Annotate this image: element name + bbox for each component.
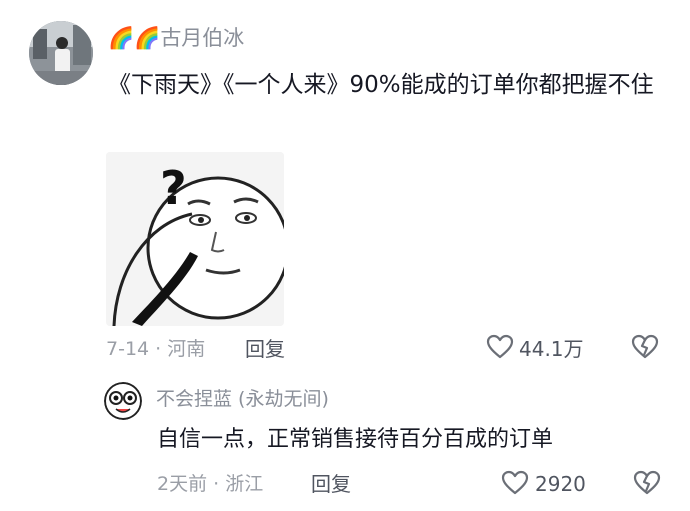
dislike-broken-heart-icon[interactable]	[633, 469, 661, 497]
question-mark-glyph: ?	[160, 161, 187, 215]
replier-username[interactable]: 不会捏蓝 (永劫无间)	[156, 387, 329, 411]
commenter-username[interactable]: 古月伯冰	[160, 26, 244, 50]
thinking-face-meme: ?	[106, 152, 284, 326]
comment-text: 《下雨天》《一个人来》90%能成的订单你都把握不住	[108, 72, 654, 98]
like-count: 44.1万	[519, 337, 584, 361]
reply-to-reply-button[interactable]: 回复	[311, 472, 351, 496]
cartoon-face-avatar	[104, 382, 142, 420]
replier-avatar[interactable]	[104, 382, 142, 420]
sticker-image[interactable]: ?	[106, 152, 284, 326]
avatar-photo	[29, 21, 93, 85]
reply-button[interactable]: 回复	[245, 337, 285, 361]
like-heart-icon[interactable]	[501, 469, 529, 497]
reply-like-count: 2920	[535, 472, 586, 496]
comment-date-location: 7-14 · 河南	[106, 338, 206, 360]
commenter-username-row[interactable]: 🌈🌈古月伯冰	[108, 24, 244, 52]
like-heart-icon[interactable]	[486, 333, 514, 361]
reply-text: 自信一点，正常销售接待百分百成的订单	[157, 427, 554, 452]
reply-date-location: 2天前 · 浙江	[157, 473, 264, 495]
rainbow-badge-icon: 🌈	[108, 26, 135, 50]
rainbow-badge-icon: 🌈	[134, 26, 161, 50]
commenter-avatar[interactable]	[29, 21, 93, 85]
dislike-broken-heart-icon[interactable]	[631, 333, 659, 361]
